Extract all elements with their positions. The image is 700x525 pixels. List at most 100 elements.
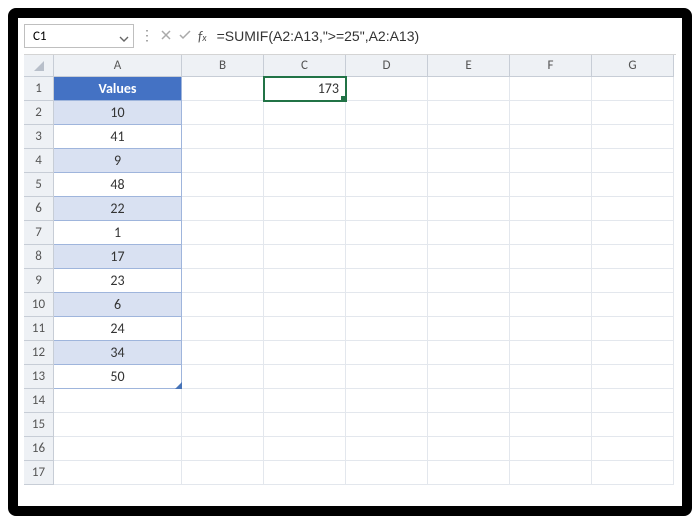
row-header-4[interactable]: 4 bbox=[24, 149, 54, 173]
cell-F3[interactable] bbox=[510, 125, 592, 149]
column-header-G[interactable]: G bbox=[592, 55, 674, 77]
row-header-2[interactable]: 2 bbox=[24, 101, 54, 125]
cell-A16[interactable] bbox=[54, 437, 182, 461]
row-header-7[interactable]: 7 bbox=[24, 221, 54, 245]
cell-D11[interactable] bbox=[346, 317, 428, 341]
cell-E14[interactable] bbox=[428, 389, 510, 413]
cell-E10[interactable] bbox=[428, 293, 510, 317]
column-header-A[interactable]: A bbox=[54, 55, 182, 77]
cell-D8[interactable] bbox=[346, 245, 428, 269]
cell-E12[interactable] bbox=[428, 341, 510, 365]
cell-C13[interactable] bbox=[264, 365, 346, 389]
cell-F6[interactable] bbox=[510, 197, 592, 221]
cell-F8[interactable] bbox=[510, 245, 592, 269]
cell-D12[interactable] bbox=[346, 341, 428, 365]
cell-E9[interactable] bbox=[428, 269, 510, 293]
cell-F11[interactable] bbox=[510, 317, 592, 341]
cell-A6[interactable]: 22 bbox=[54, 197, 182, 221]
cell-E13[interactable] bbox=[428, 365, 510, 389]
cell-A13[interactable]: 50 bbox=[54, 365, 182, 389]
cell-E7[interactable] bbox=[428, 221, 510, 245]
cell-A12[interactable]: 34 bbox=[54, 341, 182, 365]
cell-G12[interactable] bbox=[592, 341, 674, 365]
cell-C9[interactable] bbox=[264, 269, 346, 293]
row-header-17[interactable]: 17 bbox=[24, 461, 54, 485]
cell-G1[interactable] bbox=[592, 77, 674, 101]
cell-C8[interactable] bbox=[264, 245, 346, 269]
cell-F1[interactable] bbox=[510, 77, 592, 101]
name-box[interactable]: C1 bbox=[24, 24, 134, 48]
cell-G11[interactable] bbox=[592, 317, 674, 341]
row-header-10[interactable]: 10 bbox=[24, 293, 54, 317]
cell-D17[interactable] bbox=[346, 461, 428, 485]
cell-C15[interactable] bbox=[264, 413, 346, 437]
cell-B4[interactable] bbox=[182, 149, 264, 173]
cell-B7[interactable] bbox=[182, 221, 264, 245]
row-header-8[interactable]: 8 bbox=[24, 245, 54, 269]
cell-A7[interactable]: 1 bbox=[54, 221, 182, 245]
cell-D10[interactable] bbox=[346, 293, 428, 317]
column-header-C[interactable]: C bbox=[264, 55, 346, 77]
cell-E4[interactable] bbox=[428, 149, 510, 173]
cell-C5[interactable] bbox=[264, 173, 346, 197]
row-header-5[interactable]: 5 bbox=[24, 173, 54, 197]
cell-G14[interactable] bbox=[592, 389, 674, 413]
cell-E5[interactable] bbox=[428, 173, 510, 197]
row-header-1[interactable]: 1 bbox=[24, 77, 54, 101]
cell-A3[interactable]: 41 bbox=[54, 125, 182, 149]
cell-C14[interactable] bbox=[264, 389, 346, 413]
cell-E6[interactable] bbox=[428, 197, 510, 221]
cell-A9[interactable]: 23 bbox=[54, 269, 182, 293]
cell-B12[interactable] bbox=[182, 341, 264, 365]
cell-B15[interactable] bbox=[182, 413, 264, 437]
cell-G8[interactable] bbox=[592, 245, 674, 269]
cell-D9[interactable] bbox=[346, 269, 428, 293]
cell-F13[interactable] bbox=[510, 365, 592, 389]
row-header-13[interactable]: 13 bbox=[24, 365, 54, 389]
row-header-15[interactable]: 15 bbox=[24, 413, 54, 437]
cell-C16[interactable] bbox=[264, 437, 346, 461]
cell-B14[interactable] bbox=[182, 389, 264, 413]
cell-B17[interactable] bbox=[182, 461, 264, 485]
cell-D1[interactable] bbox=[346, 77, 428, 101]
cell-B11[interactable] bbox=[182, 317, 264, 341]
cancel-icon[interactable] bbox=[160, 28, 172, 45]
column-header-F[interactable]: F bbox=[510, 55, 592, 77]
row-header-14[interactable]: 14 bbox=[24, 389, 54, 413]
cell-B6[interactable] bbox=[182, 197, 264, 221]
cell-B8[interactable] bbox=[182, 245, 264, 269]
cell-G10[interactable] bbox=[592, 293, 674, 317]
cell-G5[interactable] bbox=[592, 173, 674, 197]
cell-A8[interactable]: 17 bbox=[54, 245, 182, 269]
column-header-E[interactable]: E bbox=[428, 55, 510, 77]
cell-E2[interactable] bbox=[428, 101, 510, 125]
confirm-icon[interactable] bbox=[178, 28, 192, 45]
row-header-3[interactable]: 3 bbox=[24, 125, 54, 149]
cell-F15[interactable] bbox=[510, 413, 592, 437]
cell-G7[interactable] bbox=[592, 221, 674, 245]
cell-A11[interactable]: 24 bbox=[54, 317, 182, 341]
cell-A17[interactable] bbox=[54, 461, 182, 485]
cell-C3[interactable] bbox=[264, 125, 346, 149]
cell-B1[interactable] bbox=[182, 77, 264, 101]
cell-F9[interactable] bbox=[510, 269, 592, 293]
cell-G6[interactable] bbox=[592, 197, 674, 221]
cell-G9[interactable] bbox=[592, 269, 674, 293]
cell-G2[interactable] bbox=[592, 101, 674, 125]
row-header-6[interactable]: 6 bbox=[24, 197, 54, 221]
cell-F17[interactable] bbox=[510, 461, 592, 485]
cell-D7[interactable] bbox=[346, 221, 428, 245]
cell-A1[interactable]: Values bbox=[54, 77, 182, 101]
cell-C4[interactable] bbox=[264, 149, 346, 173]
cell-C11[interactable] bbox=[264, 317, 346, 341]
cell-E16[interactable] bbox=[428, 437, 510, 461]
cell-A15[interactable] bbox=[54, 413, 182, 437]
cell-F5[interactable] bbox=[510, 173, 592, 197]
row-header-16[interactable]: 16 bbox=[24, 437, 54, 461]
column-header-D[interactable]: D bbox=[346, 55, 428, 77]
cell-D5[interactable] bbox=[346, 173, 428, 197]
cell-C6[interactable] bbox=[264, 197, 346, 221]
cell-B9[interactable] bbox=[182, 269, 264, 293]
cell-A14[interactable] bbox=[54, 389, 182, 413]
cell-F10[interactable] bbox=[510, 293, 592, 317]
